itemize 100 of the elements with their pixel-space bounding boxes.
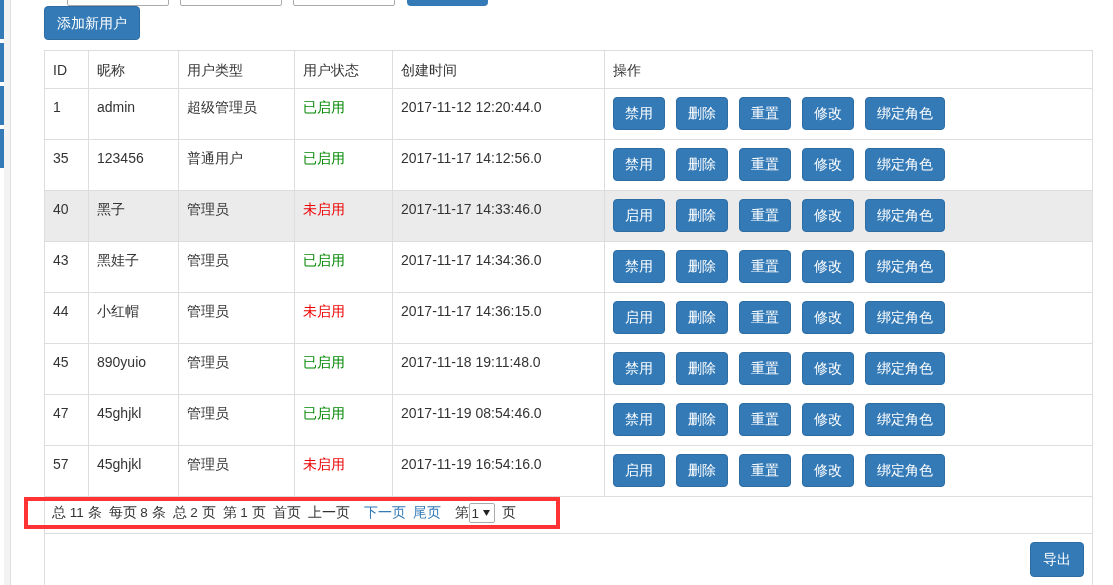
table-cell: 45 [45, 344, 89, 394]
action-button[interactable]: 修改 [802, 250, 854, 283]
pagination-link[interactable]: 尾页 [412, 504, 441, 522]
table-cell: 超级管理员 [179, 89, 295, 139]
action-button[interactable]: 重置 [739, 352, 791, 385]
column-header: ID [45, 51, 89, 90]
action-button[interactable]: 修改 [802, 352, 854, 385]
sidebar-tab[interactable] [0, 129, 4, 168]
action-button[interactable]: 禁用 [613, 403, 665, 436]
action-button[interactable]: 重置 [739, 97, 791, 130]
pagination-text: 每页 8 条 [108, 504, 166, 522]
pagination-text: 首页 [272, 504, 301, 522]
table-cell: 管理员 [179, 191, 295, 241]
table-cell: 40 [45, 191, 89, 241]
action-button[interactable]: 修改 [802, 148, 854, 181]
action-button[interactable]: 绑定角色 [865, 301, 945, 334]
action-button[interactable]: 重置 [739, 148, 791, 181]
status-cell: 已启用 [295, 140, 393, 190]
action-button[interactable]: 禁用 [613, 250, 665, 283]
status-cell: 已启用 [295, 242, 393, 292]
action-button[interactable]: 修改 [802, 199, 854, 232]
table-cell: 2017-11-17 14:12:56.0 [393, 140, 605, 190]
caret-icon [483, 510, 491, 516]
action-button[interactable]: 修改 [802, 403, 854, 436]
table-cell: 47 [45, 395, 89, 445]
pagination-text: 第 [454, 504, 469, 522]
table-cell: 35 [45, 140, 89, 190]
action-button[interactable]: 禁用 [613, 352, 665, 385]
status-cell: 已启用 [295, 344, 393, 394]
sidebar-tab[interactable] [0, 86, 4, 125]
action-button[interactable]: 禁用 [613, 148, 665, 181]
table-cell: 57 [45, 446, 89, 496]
pagination-link[interactable]: 下一页 [363, 504, 406, 522]
table-cell: 123456 [89, 140, 179, 190]
action-button[interactable]: 修改 [802, 301, 854, 334]
table-cell: 2017-11-18 19:11:48.0 [393, 344, 605, 394]
table-cell: 890yuio [89, 344, 179, 394]
action-button[interactable]: 绑定角色 [865, 148, 945, 181]
table-cell: 小红帽 [89, 293, 179, 343]
action-button[interactable]: 重置 [739, 454, 791, 487]
status-cell: 已启用 [295, 395, 393, 445]
action-button[interactable]: 删除 [676, 148, 728, 181]
action-button[interactable]: 重置 [739, 403, 791, 436]
action-button[interactable]: 启用 [613, 301, 665, 334]
sidebar-tab[interactable] [0, 0, 4, 39]
column-header: 用户类型 [179, 51, 295, 90]
action-button[interactable]: 删除 [676, 454, 728, 487]
action-button[interactable]: 绑定角色 [865, 454, 945, 487]
export-button[interactable]: 导出 [1030, 542, 1084, 577]
action-button[interactable]: 删除 [676, 97, 728, 130]
action-button[interactable]: 绑定角色 [865, 250, 945, 283]
status-cell: 已启用 [295, 89, 393, 139]
status-cell: 未启用 [295, 446, 393, 496]
pagination-text: 上一页 [307, 504, 350, 522]
action-button[interactable]: 启用 [613, 199, 665, 232]
status-cell: 未启用 [295, 191, 393, 241]
action-button[interactable]: 重置 [739, 250, 791, 283]
pagination-text: 总 2 页 [172, 504, 216, 522]
action-button[interactable]: 禁用 [613, 97, 665, 130]
pagination-text: 总 11 条 [52, 504, 102, 522]
table-cell: 45ghjkl [89, 446, 179, 496]
action-button[interactable]: 绑定角色 [865, 403, 945, 436]
table-cell: 黑娃子 [89, 242, 179, 292]
action-button[interactable]: 绑定角色 [865, 199, 945, 232]
sidebar-tab[interactable] [0, 43, 4, 82]
column-header: 创建时间 [393, 51, 605, 90]
status-cell: 未启用 [295, 293, 393, 343]
column-header: 用户状态 [295, 51, 393, 90]
action-button[interactable]: 删除 [676, 250, 728, 283]
action-button[interactable]: 删除 [676, 301, 728, 334]
table-cell: 黑子 [89, 191, 179, 241]
action-button[interactable]: 删除 [676, 199, 728, 232]
action-button[interactable]: 修改 [802, 454, 854, 487]
action-button[interactable]: 删除 [676, 403, 728, 436]
table-cell: 45ghjkl [89, 395, 179, 445]
table-cell: 管理员 [179, 395, 295, 445]
table-cell: 1 [45, 89, 89, 139]
table-cell: 2017-11-12 12:20:44.0 [393, 89, 605, 139]
action-button[interactable]: 启用 [613, 454, 665, 487]
table-cell: 2017-11-17 14:33:46.0 [393, 191, 605, 241]
table-cell: 管理员 [179, 293, 295, 343]
table-cell: 管理员 [179, 446, 295, 496]
table-cell: 2017-11-19 16:54:16.0 [393, 446, 605, 496]
action-button[interactable]: 删除 [676, 352, 728, 385]
action-button[interactable]: 重置 [739, 301, 791, 334]
add-user-button[interactable]: 添加新用户 [44, 6, 140, 40]
table-cell: 44 [45, 293, 89, 343]
column-header: 操作 [612, 61, 642, 80]
action-button[interactable]: 重置 [739, 199, 791, 232]
table-cell: 2017-11-19 08:54:46.0 [393, 395, 605, 445]
action-button[interactable]: 绑定角色 [865, 97, 945, 130]
table-cell: admin [89, 89, 179, 139]
table-cell: 管理员 [179, 242, 295, 292]
action-button[interactable]: 修改 [802, 97, 854, 130]
pagination-text: 第 1 页 [222, 504, 266, 522]
pagination-text: 页 [502, 504, 517, 522]
column-header: 昵称 [89, 51, 179, 90]
page-select[interactable]: 1 [468, 503, 496, 523]
table-cell: 普通用户 [179, 140, 295, 190]
action-button[interactable]: 绑定角色 [865, 352, 945, 385]
